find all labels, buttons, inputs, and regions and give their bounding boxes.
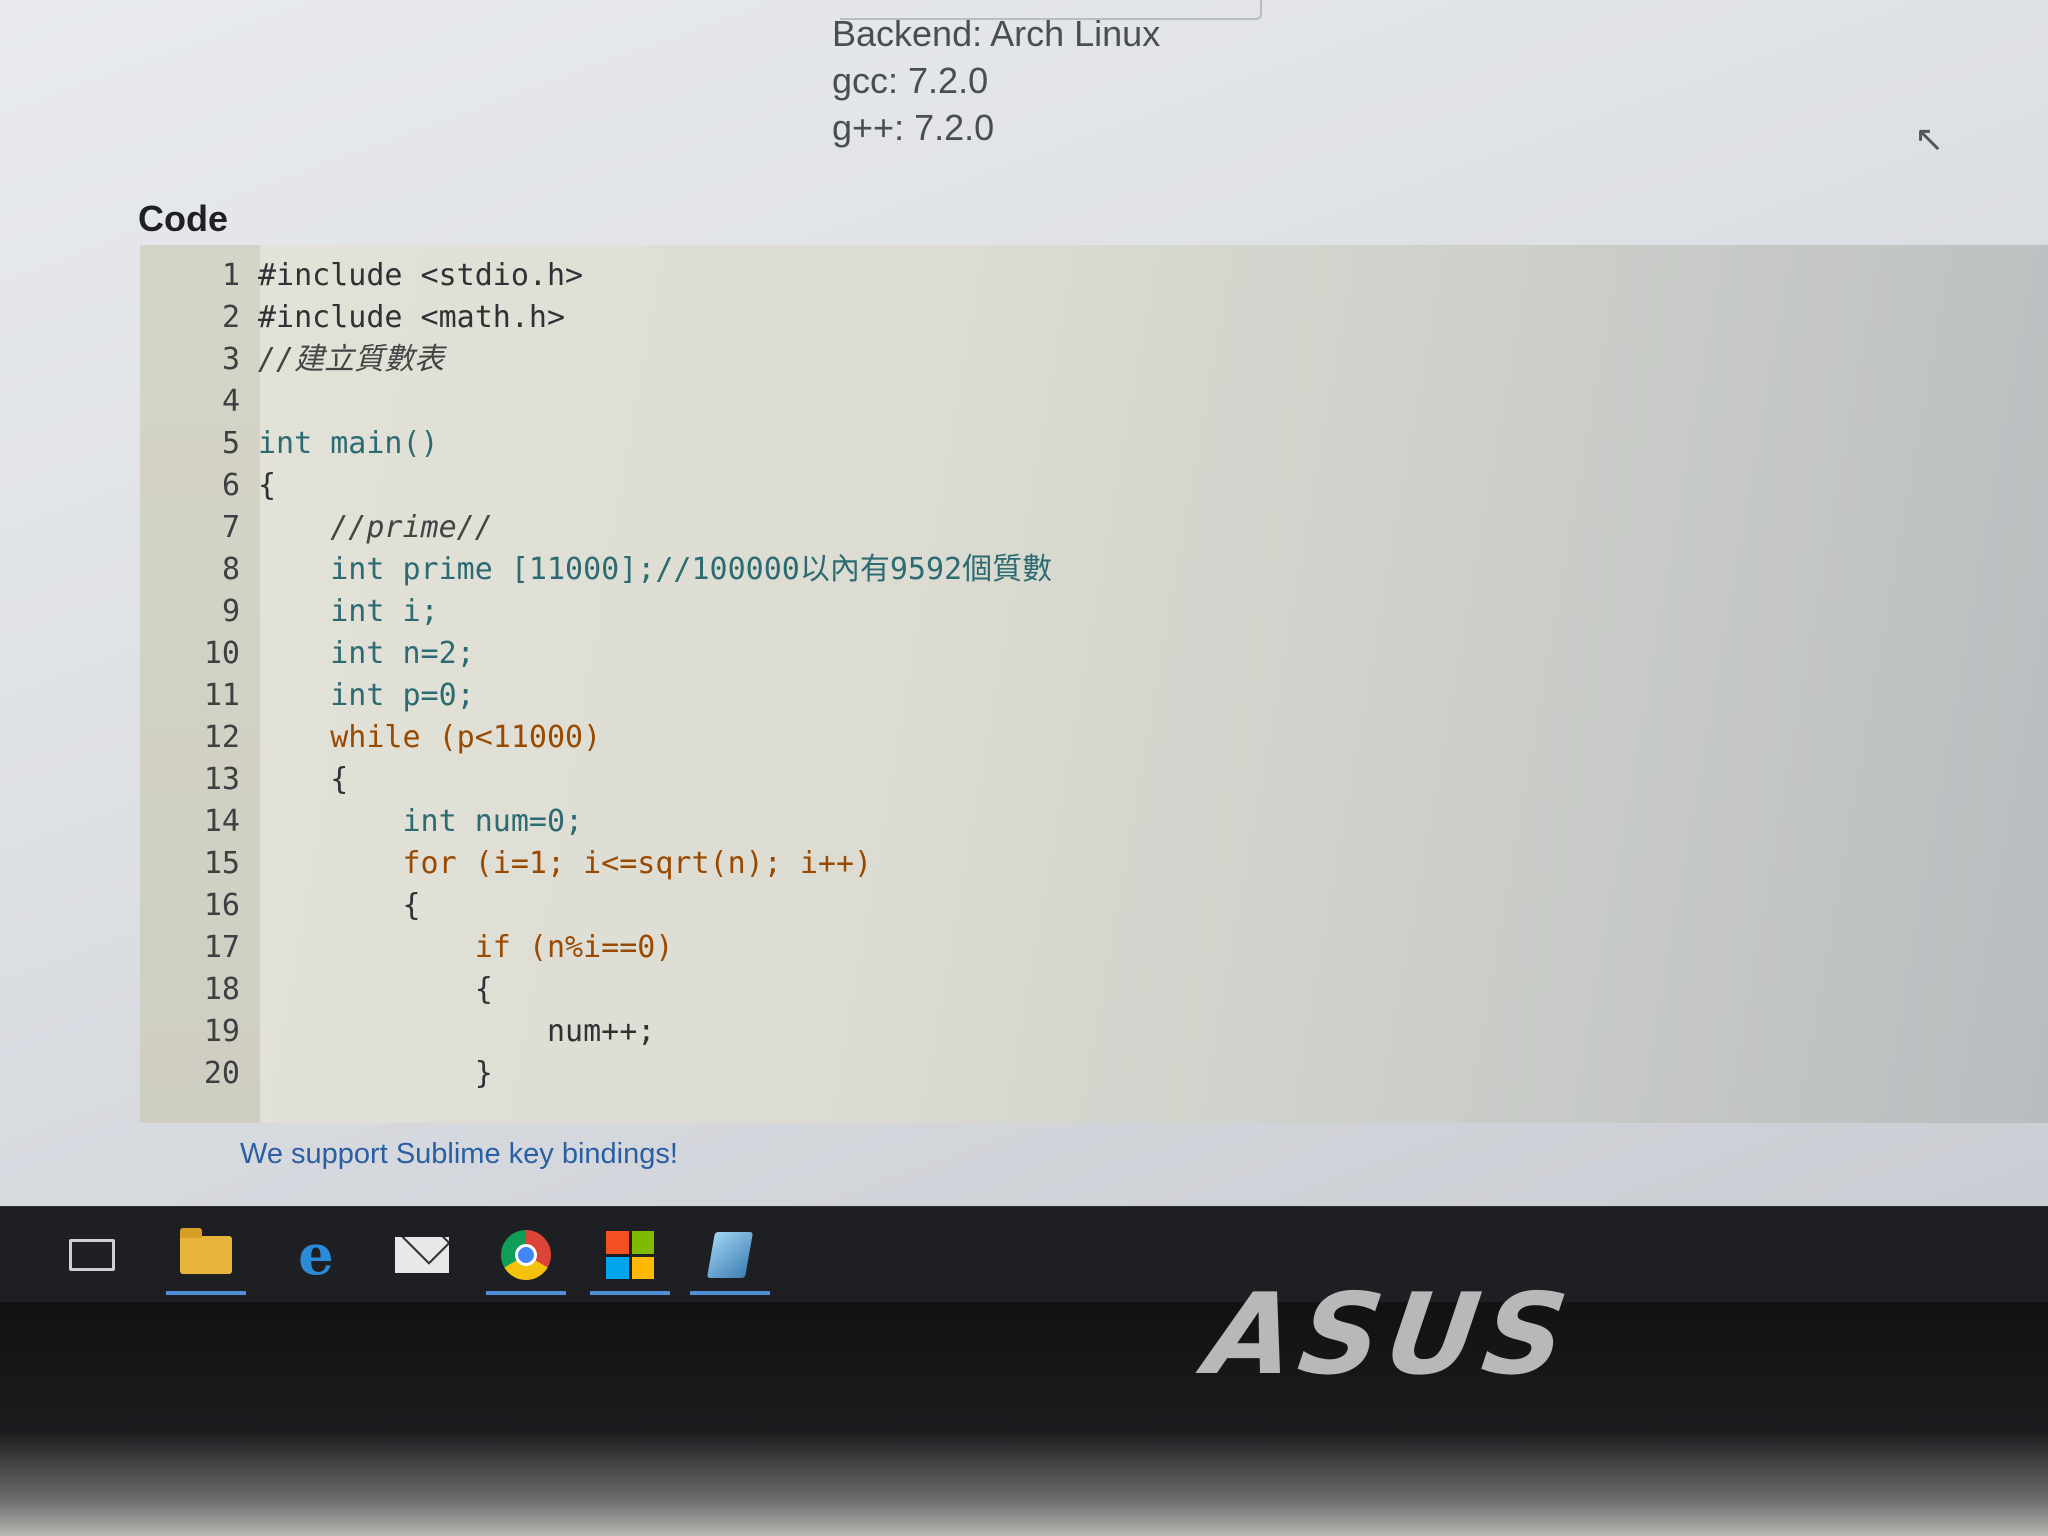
line-number: 12	[203, 720, 240, 755]
code-line[interactable]: 17 if (n%i==0)	[140, 927, 1052, 969]
line-number: 6	[221, 468, 240, 503]
line-text[interactable]: for (i=1; i<=sqrt(n); i++)	[258, 843, 872, 885]
line-text[interactable]: {	[258, 465, 276, 507]
line-text[interactable]: num++;	[258, 1011, 655, 1053]
code-line[interactable]: 8 int prime [11000];//100000以內有9592個質數	[140, 549, 1052, 591]
mail-button[interactable]	[382, 1219, 462, 1291]
internet-explorer-button[interactable]: e	[276, 1219, 356, 1291]
gpp-version: g++: 7.2.0	[832, 107, 995, 148]
line-number: 3	[221, 342, 240, 377]
code-line[interactable]: 10 int n=2;	[140, 633, 1052, 675]
line-number: 18	[203, 972, 240, 1007]
line-text[interactable]: while (p<11000)	[258, 717, 601, 759]
mouse-cursor-icon: ↖	[1914, 118, 1945, 159]
line-text[interactable]: #include <stdio.h>	[258, 255, 583, 297]
line-text[interactable]: int main()	[258, 423, 439, 465]
gcc-version: gcc: 7.2.0	[832, 60, 989, 101]
line-number: 19	[203, 1014, 240, 1049]
line-number: 16	[203, 888, 240, 923]
line-text[interactable]: if (n%i==0)	[258, 927, 674, 969]
line-number: 8	[221, 552, 240, 587]
line-number: 2	[221, 300, 240, 335]
screen: Backend: Arch Linux gcc: 7.2.0 g++: 7.2.…	[0, 0, 2048, 1250]
code-line[interactable]: 6{	[140, 465, 1052, 507]
code-line[interactable]: 1 #include <stdio.h>	[140, 255, 1052, 297]
line-text[interactable]: int n=2;	[258, 633, 475, 675]
taskbar: e	[0, 1206, 2048, 1303]
code-editor[interactable]: 1 #include <stdio.h> 2 #include <math.h> 3…	[140, 245, 2048, 1123]
laptop-bezel	[0, 1302, 2048, 1536]
code-line[interactable]: 4	[140, 381, 1052, 423]
backend-info: Backend: Arch Linux gcc: 7.2.0 g++: 7.2.…	[832, 10, 1160, 151]
store-icon	[606, 1231, 654, 1279]
line-text[interactable]: {	[258, 759, 348, 801]
line-number: 15	[203, 846, 240, 881]
line-text[interactable]: //建立質數表	[258, 339, 444, 381]
code-line[interactable]: 20 }	[140, 1053, 1052, 1095]
line-text[interactable]: int i;	[258, 591, 438, 633]
line-number: 4	[221, 384, 240, 419]
code-line[interactable]: 13 {	[140, 759, 1052, 801]
line-text[interactable]: {	[258, 885, 420, 927]
code-line[interactable]: 3 //建立質數表	[140, 339, 1052, 381]
task-view-icon	[69, 1239, 115, 1271]
line-number: 7	[221, 510, 240, 545]
store-button[interactable]	[590, 1219, 670, 1295]
line-text[interactable]: #include <math.h>	[258, 297, 565, 339]
line-text[interactable]: }	[258, 1053, 493, 1095]
brand-logo: ASUS	[1198, 1270, 1581, 1400]
file-explorer-icon	[180, 1228, 232, 1274]
line-number: 5	[221, 426, 240, 461]
code-lines[interactable]: 1 #include <stdio.h> 2 #include <math.h> 3…	[140, 255, 1052, 1095]
code-line[interactable]: 12 while (p<11000)	[140, 717, 1052, 759]
code-line[interactable]: 11 int p=0;	[140, 675, 1052, 717]
line-number: 13	[203, 762, 240, 797]
line-text[interactable]: int num=0;	[258, 801, 583, 843]
backend-label: Backend: Arch Linux	[832, 13, 1161, 54]
app-button[interactable]	[690, 1219, 770, 1295]
code-line[interactable]: 19 num++;	[140, 1011, 1052, 1053]
code-line[interactable]: 7 //prime//	[140, 507, 1052, 549]
code-heading: Code	[138, 198, 228, 239]
line-number: 10	[203, 636, 240, 671]
chrome-icon	[501, 1230, 551, 1280]
code-line[interactable]: 15 for (i=1; i<=sqrt(n); i++)	[140, 843, 1052, 885]
line-text[interactable]: {	[258, 969, 493, 1011]
mail-icon	[395, 1237, 449, 1273]
task-view-button[interactable]	[52, 1219, 132, 1291]
line-text[interactable]: //prime//	[258, 507, 493, 549]
app-icon	[706, 1232, 754, 1278]
file-explorer-button[interactable]	[166, 1219, 246, 1295]
line-number: 11	[203, 678, 240, 713]
code-line[interactable]: 2 #include <math.h>	[140, 297, 1052, 339]
line-number: 9	[221, 594, 240, 629]
code-line[interactable]: 14 int num=0;	[140, 801, 1052, 843]
sublime-bindings-link[interactable]: We support Sublime key bindings!	[240, 1138, 678, 1171]
line-text[interactable]: int prime [11000];//100000以內有9592個質數	[258, 549, 1052, 591]
code-line[interactable]: 16 {	[140, 885, 1052, 927]
code-line[interactable]: 18 {	[140, 969, 1052, 1011]
chrome-button[interactable]	[486, 1219, 566, 1295]
line-text[interactable]: int p=0;	[258, 675, 475, 717]
line-number: 17	[203, 930, 240, 965]
line-number: 1	[221, 258, 240, 293]
line-number: 14	[203, 804, 240, 839]
code-line[interactable]: 5 int main()	[140, 423, 1052, 465]
code-line[interactable]: 9 int i;	[140, 591, 1052, 633]
internet-explorer-icon: e	[298, 1222, 334, 1288]
line-number: 20	[203, 1056, 240, 1091]
